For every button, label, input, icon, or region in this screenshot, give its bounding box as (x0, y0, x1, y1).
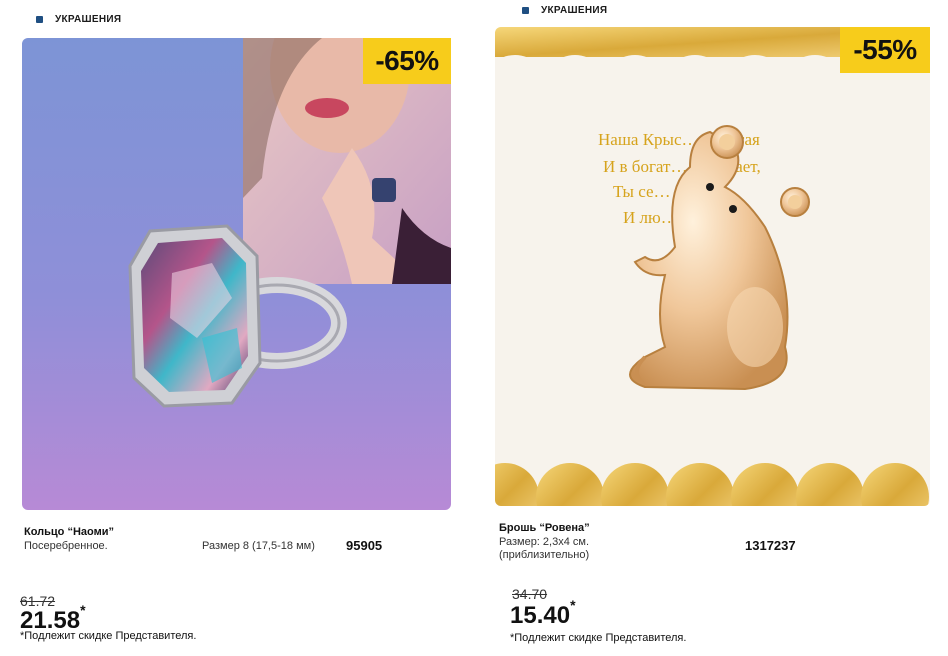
product-size-right: Размер: 2,3х4 см. (499, 536, 590, 548)
product-size-note-right: (приблизительно) (499, 549, 590, 561)
product-code-right: 1317237 (745, 538, 796, 553)
section-label: УКРАШЕНИЯ (541, 5, 608, 16)
price-asterisk: * (570, 597, 576, 613)
representative-note-right: *Подлежит скидке Представителя. (510, 632, 687, 644)
discount-badge-left: -65% (363, 38, 451, 84)
section-tag-left: УКРАШЕНИЯ (36, 14, 121, 25)
price-asterisk: * (80, 602, 86, 618)
new-price-right: 15.40* (510, 597, 576, 630)
section-label: УКРАШЕНИЯ (55, 14, 122, 25)
section-tag-right: УКРАШЕНИЯ (522, 5, 607, 16)
card-text-line: И лю… (623, 208, 678, 227)
card-text-line: Ты се… (613, 182, 671, 201)
brooch-product-image[interactable]: Наша Крыс… простая И в богат… помогает, … (495, 27, 930, 506)
ring-illustration (22, 38, 451, 510)
brooch-illustration: Наша Крыс… простая И в богат… помогает, … (495, 27, 930, 506)
product-name-right: Брошь “Ровена” (499, 522, 590, 534)
section-dot (522, 7, 529, 14)
discount-badge-right: -55% (840, 27, 930, 73)
representative-note-left: *Подлежит скидке Представителя. (20, 630, 197, 642)
product-name-left: Кольцо “Наоми” (24, 526, 114, 538)
product-description-left: Посеребренное. (24, 540, 108, 552)
new-price-value: 15.40 (510, 602, 571, 629)
section-dot (36, 16, 43, 23)
ring-product-image[interactable] (22, 38, 451, 510)
product-code-left: 95905 (346, 538, 383, 553)
product-size-left: Размер 8 (17,5-18 мм) (202, 540, 315, 552)
old-price-right: 34.70 (512, 586, 548, 602)
